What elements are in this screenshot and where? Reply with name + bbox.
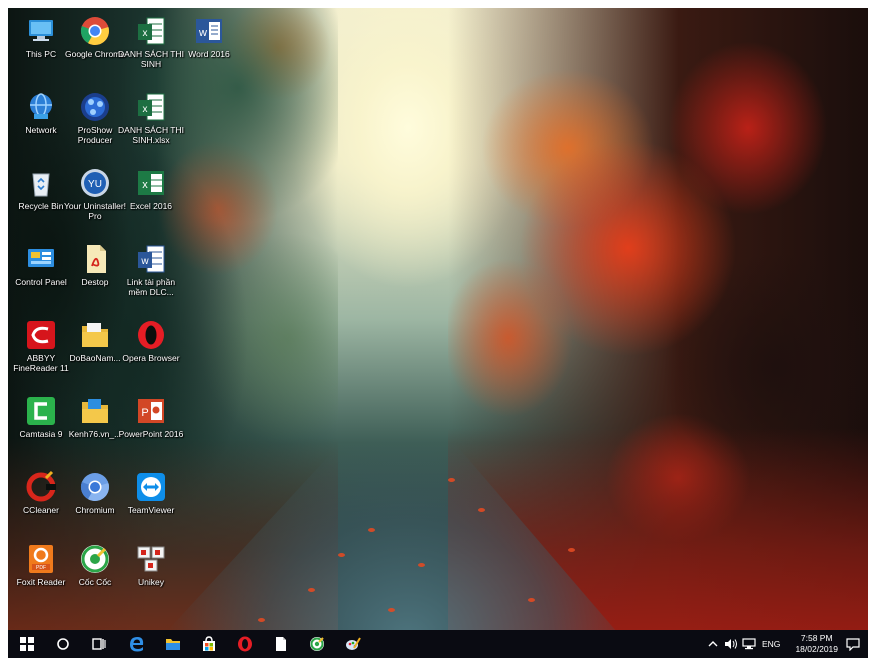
- notification-icon: [846, 638, 860, 651]
- paint-icon: [346, 637, 361, 650]
- start-icon: [20, 637, 34, 651]
- recycle-bin-icon: [24, 166, 58, 200]
- show-hidden-icons-button[interactable]: [708, 630, 718, 658]
- svg-text:x: x: [143, 104, 148, 115]
- desktop-icon-link-tai-phan-mem[interactable]: w Link tài phần mềm DLC...: [118, 242, 184, 297]
- language-indicator[interactable]: ENG: [762, 630, 780, 658]
- search-button[interactable]: [46, 630, 80, 658]
- desktop-screen: This PC Network Recycle Bin Control Pane…: [8, 8, 868, 658]
- folder-file-icon: [78, 394, 112, 428]
- store-icon: [203, 636, 215, 651]
- word-icon: w: [192, 14, 226, 48]
- clock-time: 7:58 PM: [800, 633, 833, 643]
- svg-text:x: x: [142, 179, 148, 191]
- foxit-icon: PDF: [24, 542, 58, 576]
- desktop-icon-word-2016[interactable]: w Word 2016: [176, 14, 242, 60]
- desktop-icon-danh-sach-thi-sinh[interactable]: x DANH SÁCH THI SINH: [118, 14, 184, 69]
- powerpoint-icon: P: [134, 394, 168, 428]
- coccoc-icon: [78, 542, 112, 576]
- desktop-icon-unikey[interactable]: Unikey: [118, 542, 184, 588]
- opera-icon: [238, 636, 252, 652]
- excel-file-icon: x: [134, 14, 168, 48]
- abbyy-icon: [24, 318, 58, 352]
- chromium-icon: [78, 470, 112, 504]
- unikey-icon: [134, 542, 168, 576]
- this-pc-icon: [24, 14, 58, 48]
- document-icon: [276, 637, 286, 651]
- uninstaller-icon: YU: [78, 166, 112, 200]
- start-button[interactable]: [10, 630, 44, 658]
- svg-text:w: w: [140, 256, 149, 267]
- speaker-icon: [725, 639, 737, 649]
- camtasia-icon: [24, 394, 58, 428]
- taskbar-store[interactable]: [192, 630, 226, 658]
- file-explorer-icon: [166, 639, 180, 650]
- control-panel-icon: [24, 242, 58, 276]
- taskbar-document[interactable]: [264, 630, 298, 658]
- taskbar-coccoc[interactable]: [300, 630, 334, 658]
- desktop-icon-teamviewer[interactable]: TeamViewer: [118, 470, 184, 516]
- taskbar-edge[interactable]: [120, 630, 154, 658]
- taskbar-file-explorer[interactable]: [156, 630, 190, 658]
- clock-date: 18/02/2019: [795, 644, 838, 654]
- svg-text:P: P: [141, 407, 148, 419]
- desktop-icon-excel-2016[interactable]: x Excel 2016: [118, 166, 184, 212]
- taskbar: ENG 7:58 PM 18/02/2019: [8, 630, 868, 658]
- desktop-icon-danh-sach-thi-sinh-xlsx[interactable]: x DANH SÁCH THI SINH.xlsx: [118, 90, 184, 145]
- teamviewer-icon: [134, 470, 168, 504]
- word-file-icon: w: [134, 242, 168, 276]
- clock[interactable]: 7:58 PM 18/02/2019: [795, 633, 838, 655]
- taskbar-paint[interactable]: [336, 630, 370, 658]
- excel-file-icon: x: [134, 90, 168, 124]
- opera-icon: [134, 318, 168, 352]
- taskbar-opera[interactable]: [228, 630, 262, 658]
- task-view-button[interactable]: [82, 630, 116, 658]
- chevron-up-icon: [708, 641, 718, 647]
- edge-icon: [130, 637, 144, 652]
- network-status-button[interactable]: [742, 630, 756, 658]
- proshow-icon: [78, 90, 112, 124]
- chrome-icon: [78, 14, 112, 48]
- svg-text:x: x: [143, 28, 148, 39]
- folder-icon: [78, 318, 112, 352]
- network-icon: [24, 90, 58, 124]
- task-view-icon: [92, 638, 106, 650]
- desktop-icon-opera-browser[interactable]: Opera Browser: [118, 318, 184, 364]
- search-icon: [57, 638, 69, 650]
- volume-button[interactable]: [724, 630, 738, 658]
- ccleaner-icon: [24, 470, 58, 504]
- excel-icon: x: [134, 166, 168, 200]
- coccoc-icon: [310, 637, 324, 651]
- pdf-file-icon: [78, 242, 112, 276]
- ethernet-icon: [742, 638, 756, 650]
- action-center-button[interactable]: [846, 630, 860, 658]
- svg-text:PDF: PDF: [36, 565, 46, 571]
- desktop-icon-powerpoint-2016[interactable]: P PowerPoint 2016: [118, 394, 184, 440]
- svg-text:w: w: [198, 27, 207, 39]
- svg-text:YU: YU: [88, 179, 102, 190]
